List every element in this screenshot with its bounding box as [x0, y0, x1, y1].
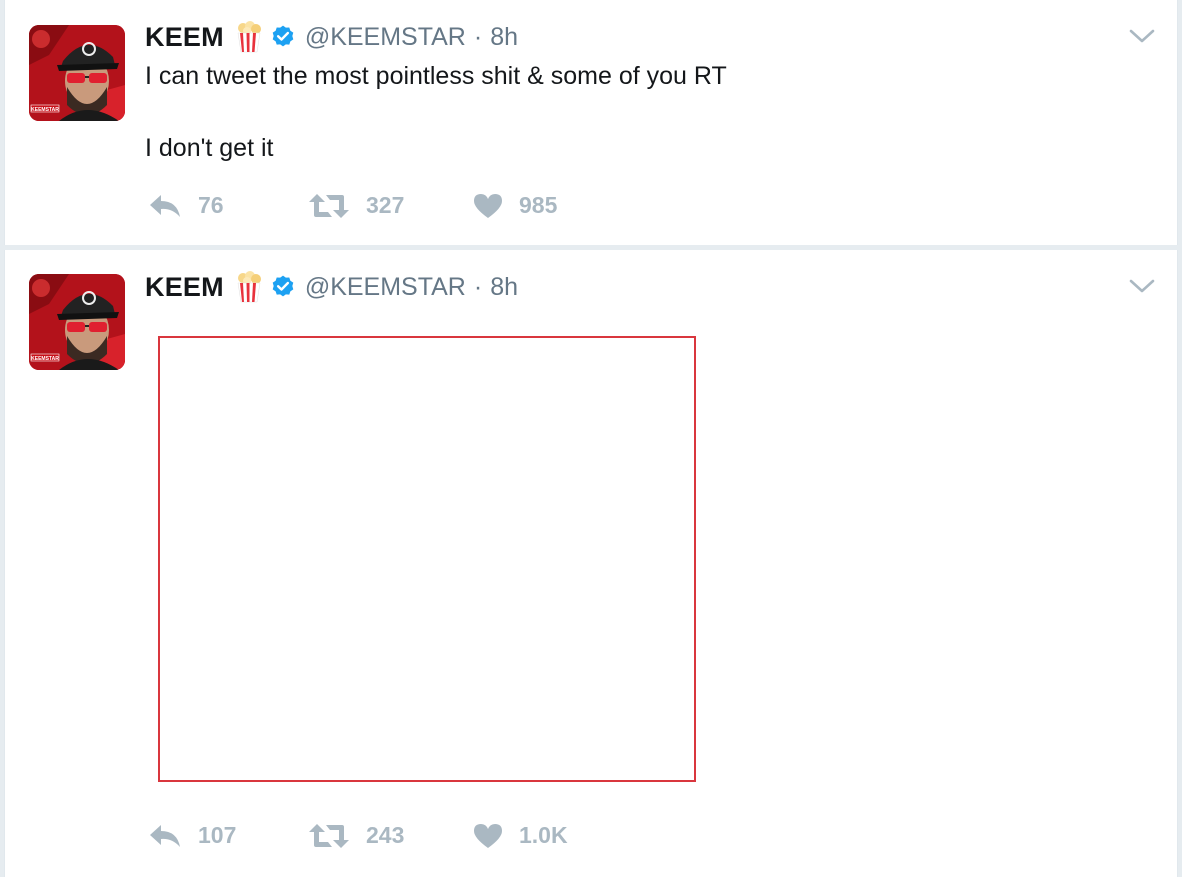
media-placeholder[interactable] — [158, 336, 696, 782]
avatar-badge-text: KEEMSTAR — [31, 356, 59, 362]
tweet-text: I can tweet the most pointless shit & so… — [145, 62, 727, 162]
chevron-down-icon[interactable] — [1129, 278, 1155, 294]
avatar[interactable]: KEEMSTAR — [29, 25, 125, 121]
verified-badge-icon — [270, 274, 296, 300]
tweet-header: KEEM @KEEMSTAR · 8h — [145, 21, 518, 53]
reply-button[interactable]: 107 — [148, 822, 308, 849]
separator: · — [473, 272, 483, 301]
tweet-actions: 107 243 1.0K — [148, 822, 633, 849]
like-count: 1.0K — [519, 822, 568, 848]
like-button[interactable]: 985 — [473, 192, 633, 219]
popcorn-icon — [234, 21, 264, 53]
tweet[interactable]: KEEMSTAR KEEM — [4, 250, 1178, 877]
reply-count: 76 — [198, 192, 224, 218]
reply-icon — [150, 194, 180, 217]
reply-count: 107 — [198, 822, 237, 848]
avatar-image: KEEMSTAR — [29, 25, 125, 121]
tweet-header: KEEM @KEEMSTAR · 8h — [145, 271, 518, 303]
avatar-badge-text: KEEMSTAR — [31, 107, 59, 113]
retweet-button[interactable]: 327 — [308, 192, 473, 219]
timestamp[interactable]: 8h — [490, 273, 518, 302]
reply-icon — [150, 824, 180, 847]
username[interactable]: @KEEMSTAR — [305, 23, 466, 52]
username[interactable]: @KEEMSTAR — [305, 273, 466, 302]
tweet-actions: 76 327 985 — [148, 192, 633, 219]
heart-icon — [474, 193, 502, 218]
like-count: 985 — [519, 192, 558, 218]
heart-icon — [474, 823, 502, 848]
tweet[interactable]: KEEMSTAR KEEM — [4, 0, 1178, 245]
timestamp[interactable]: 8h — [490, 23, 518, 52]
display-name[interactable]: KEEM — [145, 22, 224, 53]
verified-badge-icon — [270, 24, 296, 50]
timeline: KEEMSTAR KEEM @KEEMSTAR · 8h I can tweet… — [0, 0, 1182, 877]
reply-button[interactable]: 76 — [148, 192, 308, 219]
retweet-icon — [309, 823, 349, 848]
display-name[interactable]: KEEM — [145, 272, 224, 303]
avatar-image: KEEMSTAR — [29, 274, 125, 370]
retweet-count: 243 — [366, 822, 405, 848]
popcorn-icon — [234, 271, 264, 303]
avatar[interactable]: KEEMSTAR — [29, 274, 125, 370]
retweet-icon — [309, 193, 349, 218]
like-button[interactable]: 1.0K — [473, 822, 633, 849]
retweet-button[interactable]: 243 — [308, 822, 473, 849]
chevron-down-icon[interactable] — [1129, 28, 1155, 44]
separator: · — [473, 22, 483, 51]
retweet-count: 327 — [366, 192, 405, 218]
